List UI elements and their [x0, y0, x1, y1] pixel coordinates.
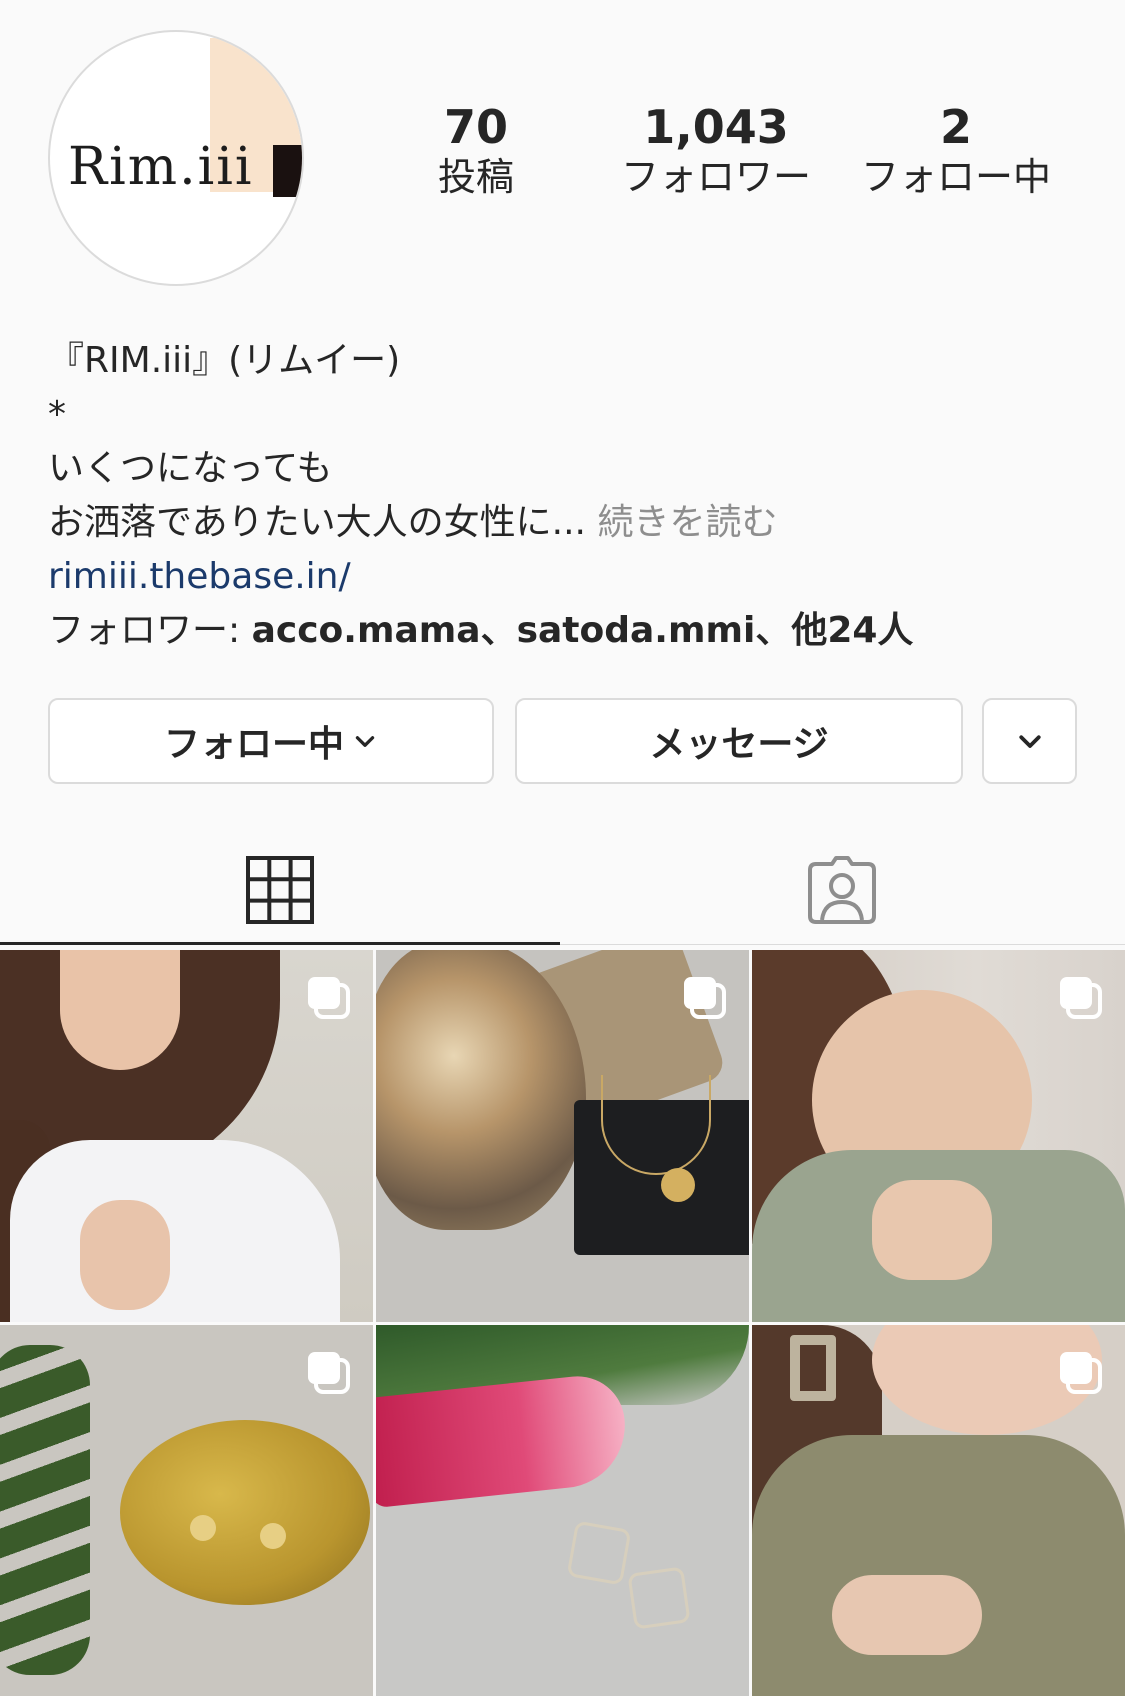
- chevron-down-icon: [1018, 735, 1041, 748]
- website-link[interactable]: rimiii.thebase.in/: [48, 550, 1088, 604]
- profile-avatar[interactable]: Rim.iii: [48, 30, 304, 286]
- following-count-label: フォロー中: [860, 155, 1051, 200]
- photo-earring: [190, 1515, 216, 1541]
- following-count[interactable]: 2 フォロー中: [846, 100, 1066, 201]
- post-thumbnail[interactable]: [376, 1325, 749, 1696]
- post-thumbnail[interactable]: [752, 1325, 1125, 1696]
- photo-flower: [376, 1371, 632, 1509]
- avatar-logo: Rim.iii: [68, 137, 254, 197]
- posts-grid: [0, 950, 1125, 1696]
- profile-name: 『RIM.iii』(リムイー): [48, 340, 401, 381]
- tagged-person-icon: [808, 856, 876, 924]
- carousel-icon: [1060, 977, 1102, 1019]
- carousel-icon: [1060, 1352, 1102, 1394]
- carousel-icon: [684, 977, 726, 1019]
- followed-by-label: フォロワー:: [48, 610, 252, 651]
- following-count-value: 2: [939, 100, 972, 154]
- photo-necklace-coin: [661, 1168, 695, 1202]
- posts-count-label: 投稿: [437, 155, 514, 200]
- bio-line-text: お洒落でありたい大人の女性に...: [48, 502, 586, 543]
- post-thumbnail[interactable]: [0, 950, 373, 1322]
- suggested-accounts-button[interactable]: [982, 698, 1077, 784]
- profile-bio: 『RIM.iii』(リムイー) * いくつになっても お洒落でありたい大人の女性…: [48, 334, 1088, 658]
- photo-earring: [790, 1335, 836, 1401]
- avatar-dark-block: [273, 145, 302, 197]
- photo-earring: [260, 1523, 286, 1549]
- message-button-label: メッセージ: [649, 724, 829, 765]
- photo-gold-plate: [120, 1420, 370, 1605]
- followers-count-label: フォロワー: [620, 155, 811, 200]
- grid-icon: [246, 856, 314, 924]
- tab-posts-grid[interactable]: [230, 840, 330, 940]
- followers-count[interactable]: 1,043 フォロワー: [606, 100, 826, 201]
- carousel-icon: [308, 977, 350, 1019]
- post-thumbnail[interactable]: [0, 1325, 373, 1696]
- bio-line: *: [48, 394, 66, 435]
- following-button-label: フォロー中: [163, 724, 344, 765]
- posts-count[interactable]: 70 投稿: [366, 100, 586, 201]
- photo-shirt: [10, 1140, 340, 1322]
- photo-shirt: [752, 1435, 1125, 1696]
- active-tab-indicator: [0, 942, 560, 945]
- photo-earring: [627, 1566, 691, 1630]
- followers-count-value: 1,043: [643, 100, 789, 154]
- photo-earring: [566, 1520, 632, 1586]
- photo-hand: [832, 1575, 982, 1655]
- message-button[interactable]: メッセージ: [515, 698, 963, 784]
- photo-bouquet: [376, 950, 586, 1230]
- followed-by-names: acco.mama、satoda.mmi、他24人: [251, 610, 914, 651]
- bio-line-truncated: お洒落でありたい大人の女性に... 続きを読む: [48, 496, 1088, 550]
- read-more-link[interactable]: 続きを読む: [597, 502, 777, 543]
- chevron-down-icon: [355, 736, 375, 747]
- photo-hand: [872, 1180, 992, 1280]
- tab-tagged[interactable]: [792, 840, 892, 940]
- followed-by[interactable]: フォロワー: acco.mama、satoda.mmi、他24人: [48, 604, 1088, 658]
- photo-skin: [60, 950, 180, 1070]
- following-button[interactable]: フォロー中: [48, 698, 494, 784]
- photo-leaves: [0, 1345, 90, 1675]
- post-thumbnail[interactable]: [752, 950, 1125, 1322]
- post-thumbnail[interactable]: [376, 950, 749, 1322]
- posts-count-value: 70: [443, 100, 508, 154]
- carousel-icon: [308, 1352, 350, 1394]
- bio-line: いくつになっても: [48, 448, 333, 489]
- photo-hand: [80, 1200, 170, 1310]
